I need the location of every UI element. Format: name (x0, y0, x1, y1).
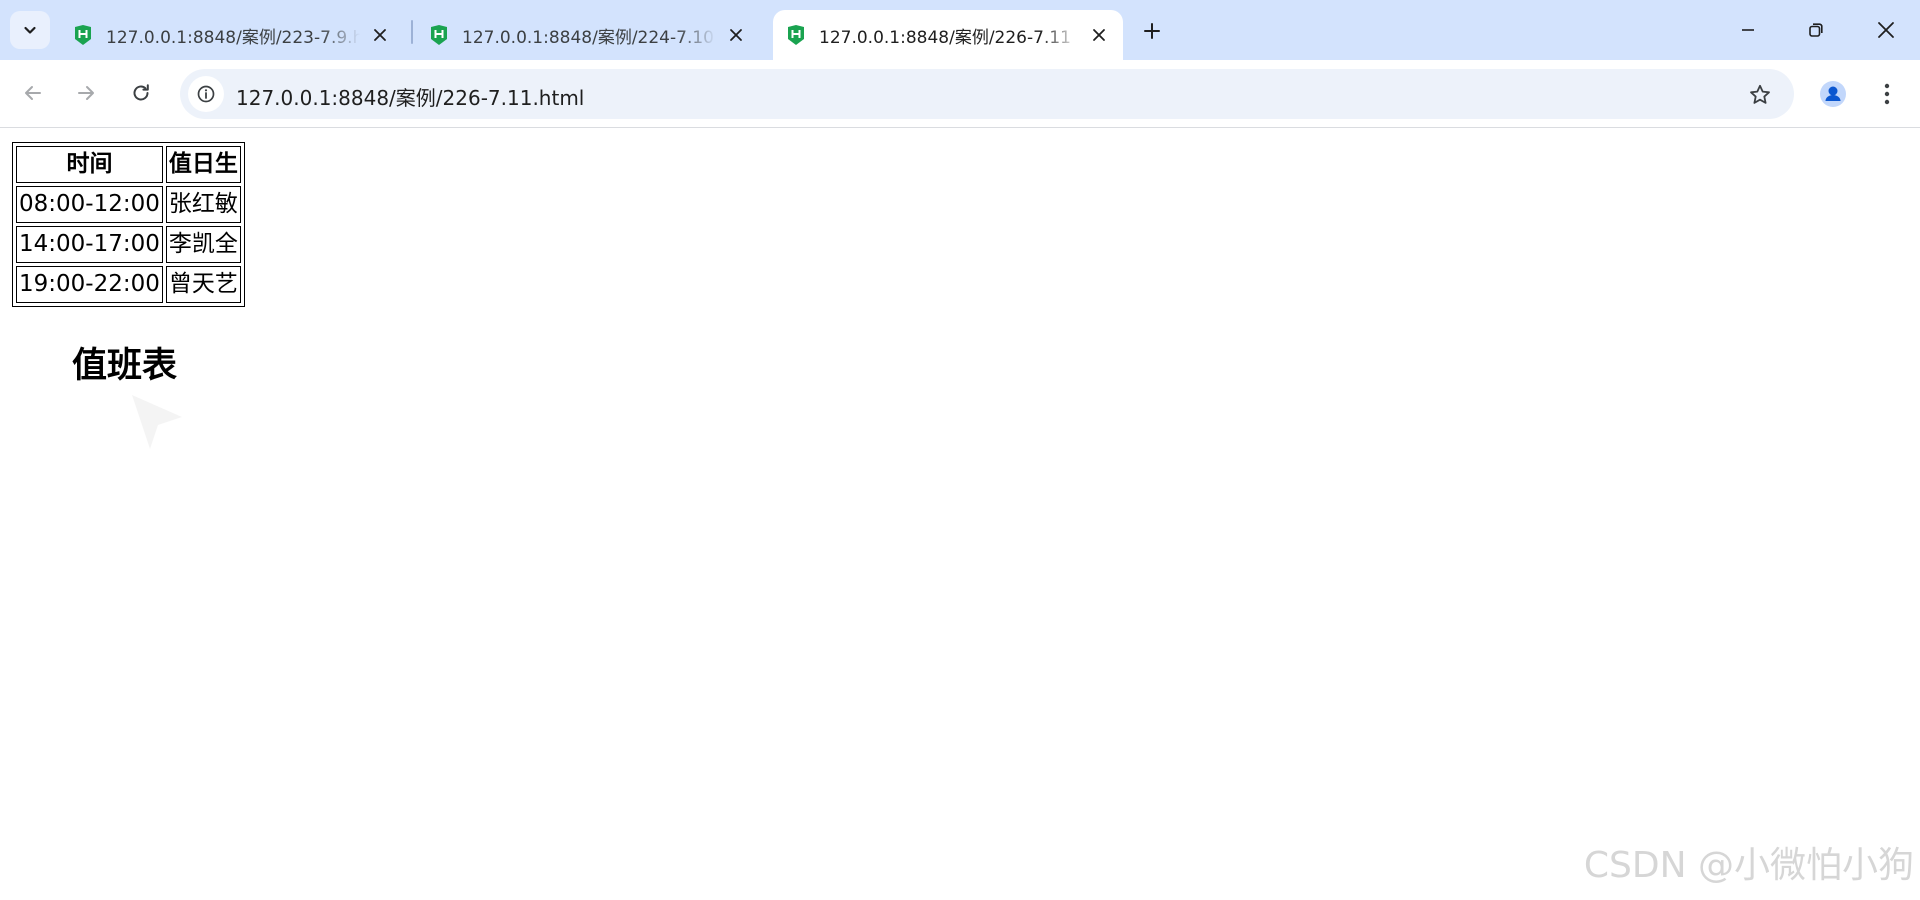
duty-table: 时间 值日生 08:00-12:00 张红敏 14:00-17:00 李凯全 1… (12, 142, 245, 307)
tab-separator (411, 20, 413, 44)
back-button[interactable] (14, 74, 52, 112)
profile-button[interactable] (1816, 77, 1850, 111)
tab-close-button[interactable] (724, 23, 748, 47)
time-cell: 14:00-17:00 (16, 226, 163, 263)
browser-toolbar: 127.0.0.1:8848/案例/226-7.11.html (0, 60, 1920, 128)
cursor-shadow-icon (132, 395, 182, 449)
watermark: CSDN @小微怕小狗 (1583, 845, 1914, 886)
close-icon (730, 29, 742, 41)
tab-close-button[interactable] (1087, 23, 1111, 47)
arrow-right-icon (78, 86, 94, 100)
address-bar[interactable]: 127.0.0.1:8848/案例/226-7.11.html (180, 69, 1794, 119)
minimize-icon (1742, 29, 1754, 31)
table-caption-heading: 值班表 (72, 346, 178, 386)
arrow-left-icon (25, 86, 41, 100)
tab-title: 127.0.0.1:8848/案例/223-7.9.h (106, 27, 360, 48)
info-icon (197, 85, 215, 103)
person-cell: 张红敏 (165, 186, 241, 223)
reload-button[interactable] (122, 74, 160, 112)
close-icon (374, 29, 386, 41)
account-icon (1820, 81, 1846, 107)
chevron-down-icon (24, 26, 36, 34)
column-header-time: 时间 (16, 146, 163, 183)
restore-button[interactable] (1796, 10, 1836, 50)
star-icon (1750, 84, 1770, 104)
person-cell: 曾天艺 (165, 266, 241, 303)
kebab-menu-icon (1884, 83, 1890, 105)
table-row: 19:00-22:00 曾天艺 (16, 266, 241, 303)
restore-icon (1809, 23, 1823, 37)
tab-title: 127.0.0.1:8848/案例/226-7.11 (819, 27, 1071, 48)
reload-icon (133, 84, 149, 101)
close-window-button[interactable] (1866, 10, 1906, 50)
site-info-button[interactable] (188, 76, 224, 112)
url-text[interactable]: 127.0.0.1:8848/案例/226-7.11.html (236, 82, 584, 111)
time-cell: 08:00-12:00 (16, 186, 163, 223)
hbuilder-h-icon (75, 25, 91, 45)
person-cell: 李凯全 (165, 226, 241, 263)
close-icon (1878, 22, 1894, 38)
tab-search-button[interactable] (10, 11, 50, 49)
hbuilder-h-icon (788, 25, 804, 45)
tab-strip: 127.0.0.1:8848/案例/223-7.9.h 127.0.0.1:88… (0, 0, 1920, 60)
time-cell: 19:00-22:00 (16, 266, 163, 303)
minimize-button[interactable] (1728, 10, 1768, 50)
bookmark-button[interactable] (1746, 81, 1774, 109)
forward-button[interactable] (67, 74, 105, 112)
tab-2[interactable]: 127.0.0.1:8848/案例/224-7.10 (416, 10, 760, 60)
menu-button[interactable] (1870, 77, 1904, 111)
tab-1[interactable]: 127.0.0.1:8848/案例/223-7.9.h (60, 10, 404, 60)
hbuilder-h-icon (431, 25, 447, 45)
table-row: 08:00-12:00 张红敏 (16, 186, 241, 223)
page-content: 时间 值日生 08:00-12:00 张红敏 14:00-17:00 李凯全 1… (0, 129, 1920, 900)
close-icon (1093, 29, 1105, 41)
plus-icon (1144, 23, 1160, 39)
column-header-person: 值日生 (165, 146, 241, 183)
new-tab-button[interactable] (1135, 14, 1169, 48)
table-row: 14:00-17:00 李凯全 (16, 226, 241, 263)
tab-3-active[interactable]: 127.0.0.1:8848/案例/226-7.11 (773, 10, 1123, 60)
tab-close-button[interactable] (368, 23, 392, 47)
table-header-row: 时间 值日生 (16, 146, 241, 183)
tab-title: 127.0.0.1:8848/案例/224-7.10 (462, 27, 714, 48)
